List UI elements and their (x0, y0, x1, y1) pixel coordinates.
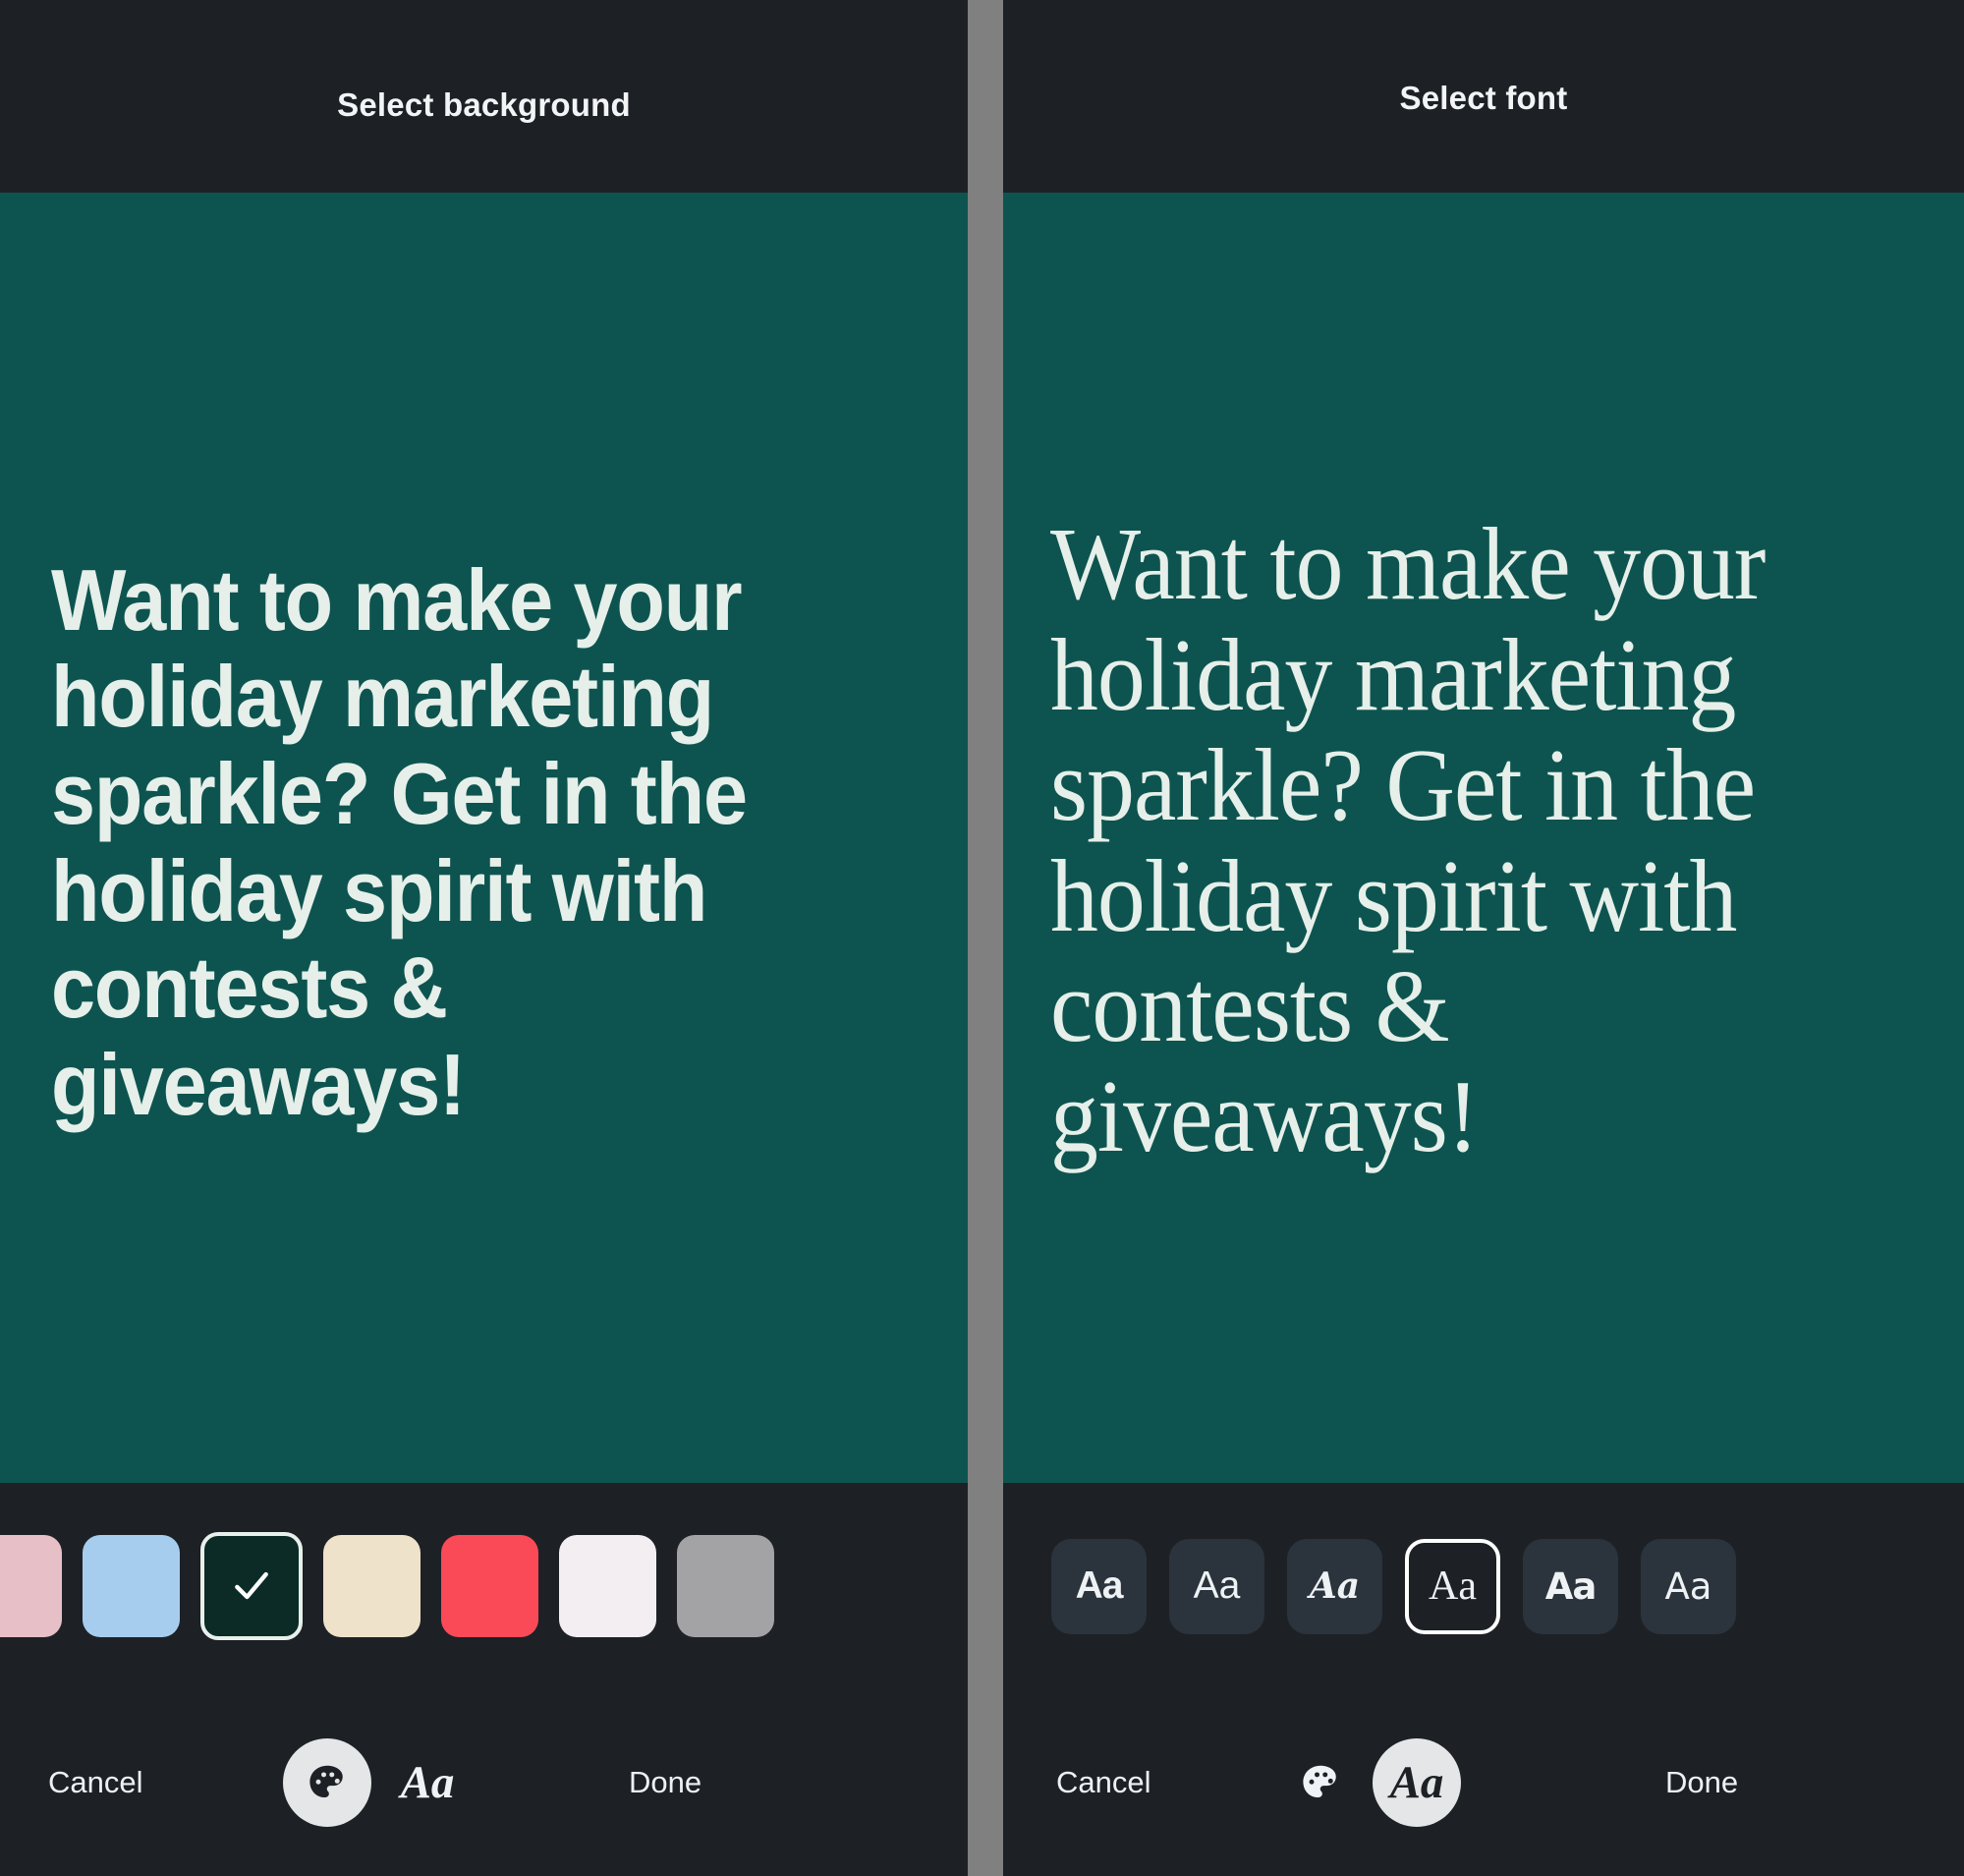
page-title-font: Select font (1399, 80, 1568, 116)
mode-toggle-group: Aa (283, 1738, 458, 1827)
swatch-red[interactable] (441, 1535, 538, 1637)
font-tile-light-sans[interactable]: Aa (1169, 1538, 1264, 1634)
page-title-background: Select background (337, 86, 631, 123)
font-tile-glyph: Aa (1075, 1564, 1124, 1607)
font-tile-glyph: Aa (1544, 1564, 1598, 1608)
preview-canvas-background[interactable]: Want to make your holiday marketing spar… (0, 193, 968, 1483)
font-tile-geometric[interactable]: Aa (1641, 1538, 1736, 1634)
font-mode-glyph: Aa (400, 1756, 455, 1808)
palette-mode-button[interactable] (1290, 1752, 1351, 1813)
font-tile-serif[interactable]: Aa (1405, 1538, 1500, 1634)
font-tile-glyph: Aa (1429, 1563, 1477, 1609)
swatch-dark-green[interactable] (200, 1532, 303, 1640)
font-row: Aa Aa Aa Aa Aa Aa (1051, 1538, 1736, 1634)
font-tile-glyph: Aa (1664, 1564, 1712, 1608)
swatch-row (0, 1532, 774, 1640)
font-mode-button[interactable]: Aa (397, 1752, 458, 1813)
swatch-white[interactable] (559, 1535, 656, 1637)
font-tile-heavy-sans[interactable]: Aa (1523, 1538, 1618, 1634)
headline-text-serif[interactable]: Want to make your holiday marketing spar… (1050, 503, 1856, 1171)
font-mode-button[interactable]: Aa (1373, 1738, 1461, 1827)
preview-canvas-font[interactable]: Want to make your holiday marketing spar… (1003, 193, 1964, 1483)
dual-panel-screenshot: Select background Want to make your holi… (0, 0, 1964, 1876)
cancel-button[interactable]: Cancel (48, 1765, 143, 1800)
header-select-font: Select font (1003, 0, 1964, 193)
bottom-toolbar-font: Cancel Aa Done (1003, 1689, 1964, 1876)
palette-mode-button[interactable] (283, 1738, 371, 1827)
swatch-blue[interactable] (83, 1535, 180, 1637)
font-tile-bold-sans[interactable]: Aa (1051, 1538, 1147, 1634)
swatch-gray[interactable] (677, 1535, 774, 1637)
font-tile-glyph: Aa (1309, 1565, 1361, 1607)
panel-select-background: Select background Want to make your holi… (0, 0, 968, 1876)
headline-text-sans[interactable]: Want to make your holiday marketing spar… (51, 542, 848, 1133)
panel-divider (968, 0, 1003, 1876)
palette-icon (309, 1765, 343, 1798)
check-icon (235, 1571, 268, 1600)
bottom-toolbar-background: Cancel Aa Done (0, 1689, 968, 1876)
font-tile-glyph: Aa (1193, 1564, 1241, 1607)
header-select-background: Select background (0, 0, 968, 193)
done-button[interactable]: Done (1665, 1765, 1738, 1800)
swatch-pink[interactable] (0, 1535, 62, 1637)
mode-toggle-group: Aa (1290, 1738, 1461, 1827)
cancel-button[interactable]: Cancel (1056, 1765, 1151, 1800)
font-mode-glyph: Aa (1389, 1756, 1444, 1808)
palette-icon (1303, 1765, 1336, 1798)
font-tile-script[interactable]: Aa (1287, 1538, 1382, 1634)
font-tile-strip: Aa Aa Aa Aa Aa Aa (1003, 1483, 1964, 1689)
panel-select-font: Select font Want to make your holiday ma… (1003, 0, 1964, 1876)
swatch-cream[interactable] (323, 1535, 421, 1637)
color-swatch-strip (0, 1483, 968, 1689)
done-button[interactable]: Done (629, 1765, 701, 1800)
